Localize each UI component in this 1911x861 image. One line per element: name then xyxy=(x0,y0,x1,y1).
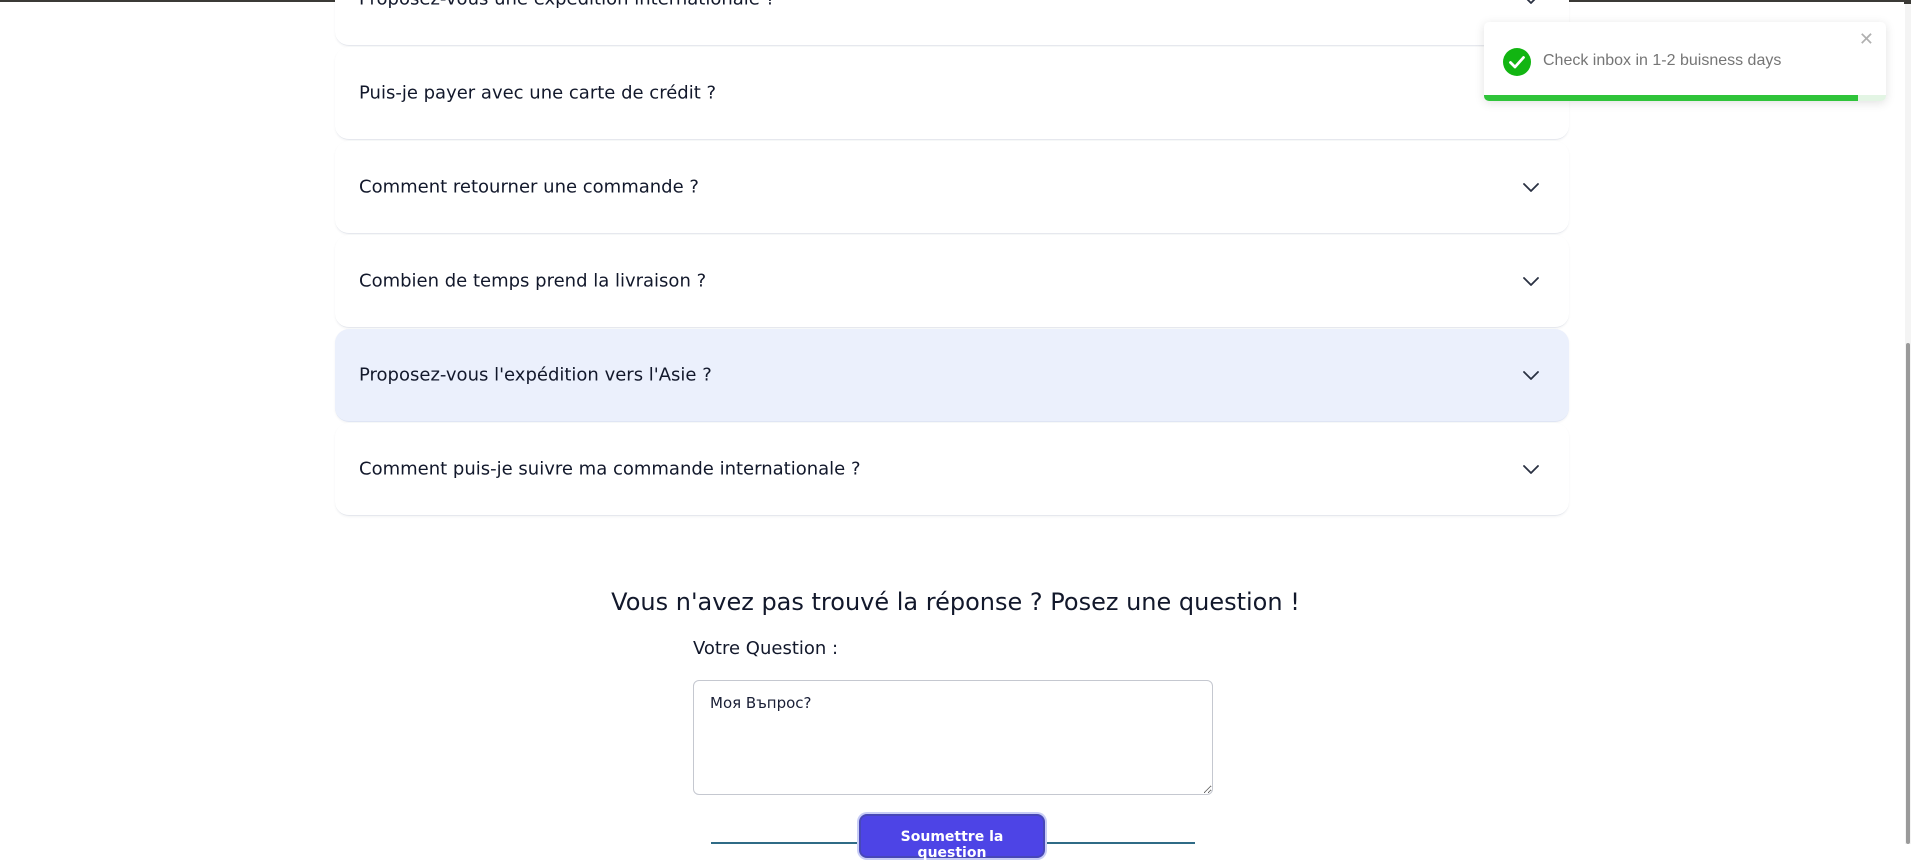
chevron-down-icon[interactable] xyxy=(1521,0,1541,9)
chevron-down-icon[interactable] xyxy=(1521,177,1541,197)
faq-question: Comment retourner une commande ? xyxy=(359,176,699,198)
chevron-down-icon[interactable] xyxy=(1521,459,1541,479)
toast-message: Check inbox in 1-2 buisness days xyxy=(1543,52,1782,69)
faq-item[interactable]: Proposez-vous une expédition internation… xyxy=(335,0,1569,46)
ask-question-title: Vous n'avez pas trouvé la réponse ? Pose… xyxy=(611,588,1300,616)
question-textarea[interactable] xyxy=(693,680,1213,795)
faq-question: Puis-je payer avec une carte de crédit ? xyxy=(359,82,717,104)
toast-progress-bar xyxy=(1484,95,1858,101)
close-icon[interactable]: ✕ xyxy=(1859,31,1874,49)
faq-question: Combien de temps prend la livraison ? xyxy=(359,270,707,292)
faq-item[interactable]: Proposez-vous l'expédition vers l'Asie ? xyxy=(335,329,1569,422)
faq-item[interactable]: Comment retourner une commande ? xyxy=(335,141,1569,234)
faq-question: Comment puis-je suivre ma commande inter… xyxy=(359,458,861,480)
faq-item[interactable]: Comment puis-je suivre ma commande inter… xyxy=(335,423,1569,516)
faq-question: Proposez-vous l'expédition vers l'Asie ? xyxy=(359,364,712,386)
chevron-down-icon[interactable] xyxy=(1521,271,1541,291)
faq-question: Proposez-vous une expédition internation… xyxy=(359,0,775,10)
submit-question-button[interactable]: Soumettre la question xyxy=(859,814,1045,861)
question-label: Votre Question : xyxy=(693,638,839,659)
window-corner-mark xyxy=(1904,0,1911,4)
faq-item[interactable]: Combien de temps prend la livraison ? xyxy=(335,235,1569,328)
faq-list: Proposez-vous une expédition internation… xyxy=(335,0,1569,517)
page-scrollbar-thumb[interactable] xyxy=(1906,343,1910,844)
success-toast: Check inbox in 1-2 buisness days ✕ xyxy=(1484,22,1886,101)
faq-item[interactable]: Puis-je payer avec une carte de crédit ? xyxy=(335,47,1569,140)
chevron-down-icon[interactable] xyxy=(1521,365,1541,385)
check-circle-icon xyxy=(1503,48,1531,76)
